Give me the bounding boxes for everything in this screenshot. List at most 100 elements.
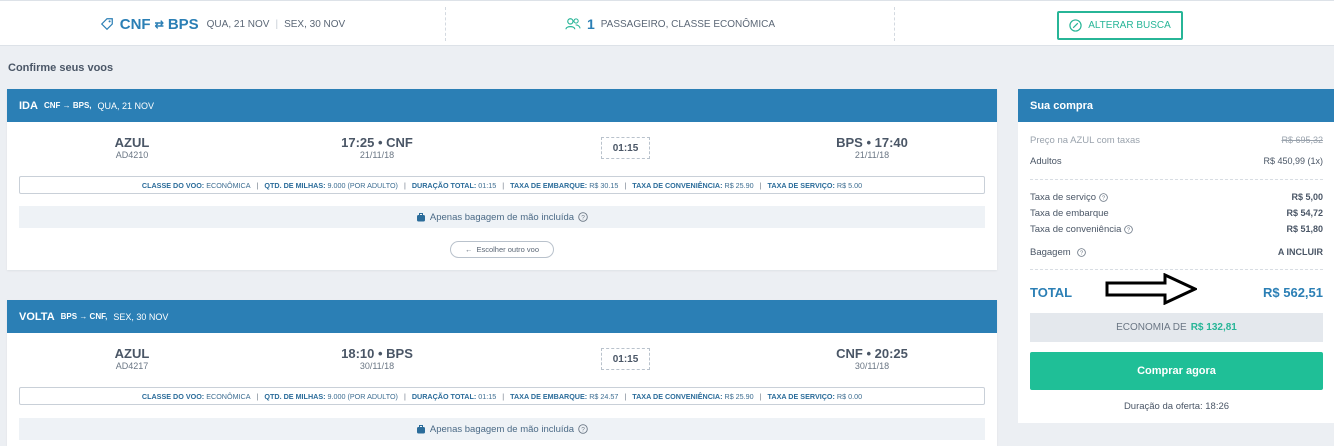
- flight-date: SEX, 30 NOV: [113, 311, 169, 322]
- divider: |: [759, 180, 762, 190]
- boarding-fee-label: Taxa de embarque: [1030, 208, 1109, 219]
- convenience-fee-value: R$ 51,80: [1286, 224, 1323, 234]
- origin-code: CNF: [119, 15, 151, 33]
- baggage-value: A INCLUIR: [1277, 247, 1323, 257]
- baggage-label: Bagagem: [1030, 247, 1071, 258]
- offer-countdown: Duração da oferta: 18:26: [1123, 401, 1230, 412]
- outbound-header: IDA CNF → BPS, QUA, 21 NOV: [7, 89, 997, 122]
- divider: |: [403, 391, 406, 401]
- adults-row: Adultos R$ 450,99 (1x): [1030, 156, 1323, 167]
- arrival-date: 21/11/18: [854, 150, 890, 160]
- airline-name: AZUL: [114, 135, 150, 150]
- divider: [1030, 269, 1323, 270]
- duration-value: 01:15: [478, 180, 497, 190]
- duration-badge: 01:15: [601, 348, 650, 370]
- flight-row: AZUL AD4217 18:10 • BPS 30/11/18 01:15 C…: [7, 333, 997, 385]
- boarding-fee-value: R$ 24.57: [589, 391, 619, 401]
- flight-number: AD4210: [115, 150, 149, 160]
- arrival-date: 30/11/18: [854, 361, 890, 371]
- svg-text:?: ?: [581, 426, 585, 433]
- passenger-count: 1: [586, 16, 595, 32]
- convenience-fee-value: R$ 25.90: [724, 180, 754, 190]
- flight-details-bar: Classe do voo: ECONÔMICA | Qtd. de Milha…: [19, 387, 985, 405]
- baggage-icon: [416, 425, 425, 434]
- flight-number: AD4217: [115, 361, 149, 371]
- convenience-fee-row: Taxa de conveniência? R$ 51,80: [1030, 224, 1323, 235]
- help-icon[interactable]: ?: [1076, 248, 1086, 257]
- service-fee-value: R$ 0.00: [836, 391, 863, 401]
- miles-label: Qtd. de Milhas:: [264, 391, 326, 401]
- arrival-info: CNF • 20:25 30/11/18: [822, 346, 922, 371]
- convenience-fee-label: Taxa de conveniência: [1030, 224, 1122, 235]
- departure-info: 17:25 • CNF 21/11/18: [327, 135, 427, 160]
- date-out: QUA, 21 NOV: [206, 18, 270, 30]
- service-fee-label: Taxa de serviço: [1030, 192, 1097, 203]
- route-segment: CNF ⇄ BPS QUA, 21 NOV | SEX, 30 NOV: [0, 7, 446, 41]
- airline-name: AZUL: [114, 346, 150, 361]
- total-label: TOTAL: [1030, 285, 1073, 300]
- inbound-flight-card: VOLTA BPS → CNF, SEX, 30 NOV AZUL AD4217…: [7, 300, 997, 446]
- users-icon: [565, 18, 581, 30]
- baggage-row: Bagagem? A INCLUIR: [1030, 247, 1323, 258]
- page-title: Confirme seus voos: [8, 62, 114, 74]
- convenience-fee-value: R$ 25.90: [724, 391, 754, 401]
- arrival-time: CNF • 20:25: [836, 346, 908, 361]
- boarding-fee-row: Taxa de embarque R$ 54,72: [1030, 208, 1323, 219]
- departure-date: 30/11/18: [359, 361, 395, 371]
- duration-value: 01:15: [478, 391, 497, 401]
- arrival-time: BPS • 17:40: [836, 135, 908, 150]
- divider: |: [624, 180, 627, 190]
- baggage-icon: [416, 213, 425, 222]
- purchase-summary-panel: Sua compra Preço na AZUL com taxas R$ 69…: [1018, 89, 1334, 423]
- baggage-info: Apenas bagagem de mão incluída ?: [19, 206, 985, 228]
- divider: |: [624, 391, 627, 401]
- outbound-flight-card: IDA CNF → BPS, QUA, 21 NOV AZUL AD4210 1…: [7, 89, 997, 270]
- flight-date: QUA, 21 NOV: [97, 100, 155, 111]
- divider: [1030, 179, 1323, 180]
- boarding-fee-label: Taxa de embarque:: [510, 180, 588, 190]
- service-fee-label: Taxa de serviço:: [767, 391, 835, 401]
- divider: |: [759, 391, 762, 401]
- adults-label: Adultos: [1030, 156, 1062, 167]
- departure-date: 21/11/18: [359, 150, 395, 160]
- route-label: BPS → CNF,: [60, 312, 108, 321]
- alter-search-button[interactable]: ALTERAR BUSCA: [1057, 11, 1183, 40]
- savings-badge: ECONOMIA DE R$ 132,81: [1030, 313, 1323, 342]
- class-label: Classe do voo:: [141, 391, 205, 401]
- choose-other-flight-button[interactable]: ← Escolher outro voo: [450, 241, 554, 258]
- convenience-fee-label: Taxa de conveniência:: [632, 391, 723, 401]
- annotation-arrow-icon: [1105, 273, 1197, 305]
- miles-label: Qtd. de Milhas:: [264, 180, 326, 190]
- baggage-text: Apenas bagagem de mão incluída: [429, 211, 575, 223]
- total-value: R$ 562,51: [1263, 285, 1323, 300]
- azul-price-row: Preço na AZUL com taxas R$ 695,32: [1030, 135, 1323, 146]
- duration-label: Duração total:: [411, 391, 477, 401]
- help-icon[interactable]: ?: [1099, 193, 1108, 202]
- azul-price-value: R$ 695,32: [1281, 135, 1323, 145]
- azul-price-label: Preço na AZUL com taxas: [1030, 135, 1141, 146]
- flight-row: AZUL AD4210 17:25 • CNF 21/11/18 01:15 B…: [7, 122, 997, 174]
- search-summary-bar: CNF ⇄ BPS QUA, 21 NOV | SEX, 30 NOV 1 PA…: [0, 0, 1334, 46]
- summary-title: Sua compra: [1018, 89, 1334, 122]
- help-icon[interactable]: ?: [578, 424, 588, 434]
- route-label: CNF → BPS,: [43, 101, 92, 110]
- divider: |: [502, 391, 505, 401]
- direction-label: VOLTA: [19, 310, 55, 323]
- choose-other-flight-label: Escolher outro voo: [476, 245, 540, 254]
- departure-time: 18:10 • BPS: [341, 346, 413, 361]
- savings-label: ECONOMIA DE: [1116, 322, 1187, 333]
- help-icon[interactable]: ?: [1124, 225, 1134, 234]
- service-fee-value: R$ 5,00: [1291, 192, 1323, 202]
- arrival-info: BPS • 17:40 21/11/18: [822, 135, 922, 160]
- divider: |: [256, 180, 259, 190]
- route-title: CNF ⇄ BPS: [120, 16, 199, 33]
- destination-code: BPS: [167, 15, 199, 33]
- savings-value: R$ 132,81: [1190, 322, 1237, 333]
- alter-search-label: ALTERAR BUSCA: [1088, 20, 1171, 31]
- buy-now-button[interactable]: Comprar agora: [1030, 352, 1323, 390]
- boarding-fee-value: R$ 54,72: [1286, 208, 1323, 218]
- direction-label: IDA: [19, 99, 38, 112]
- help-icon[interactable]: ?: [578, 212, 588, 222]
- divider: |: [403, 180, 406, 190]
- inbound-header: VOLTA BPS → CNF, SEX, 30 NOV: [7, 300, 997, 333]
